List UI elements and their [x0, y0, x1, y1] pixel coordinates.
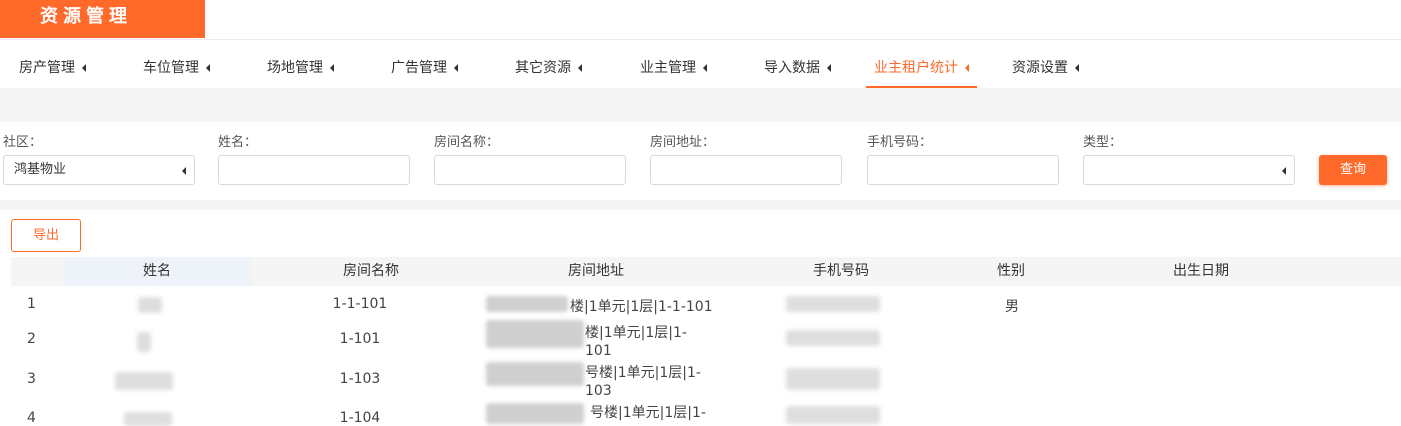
redacted-name [137, 332, 151, 352]
room-address-cell: 号楼|1单元|1层|1- [590, 404, 720, 422]
row-index: 1 [27, 296, 36, 312]
address-line: 103 [585, 383, 612, 399]
room-address-input[interactable] [650, 155, 842, 185]
nav-item-venue[interactable]: 场地管理 [267, 48, 334, 88]
redacted-address [486, 403, 584, 424]
column-header-phone[interactable]: 手机号码 [771, 257, 911, 286]
type-label: 类型： [1083, 135, 1123, 150]
redacted-phone [786, 296, 880, 312]
caret-left-icon [182, 167, 186, 175]
address-line: 楼|1单元|1层|1- [585, 325, 687, 341]
nav-item-parking[interactable]: 车位管理 [143, 48, 210, 88]
nav-item-label: 场地管理 [267, 60, 323, 76]
redacted-address [486, 296, 568, 312]
export-button[interactable]: 导出 [11, 219, 81, 252]
caret-left-icon [206, 64, 210, 72]
address-line: 号楼|1单元|1层|1- [585, 365, 701, 381]
spacer-band [0, 88, 1401, 122]
column-header-room-name[interactable]: 房间名称 [301, 257, 441, 286]
nav-item-ads[interactable]: 广告管理 [391, 48, 458, 88]
room-address-cell: 楼|1单元|1层|1- 101 [585, 324, 715, 360]
caret-left-icon [330, 64, 334, 72]
row-index: 2 [27, 331, 36, 347]
type-select[interactable] [1083, 155, 1295, 185]
column-header-gender[interactable]: 性别 [971, 257, 1051, 286]
column-header-birth-date[interactable]: 出生日期 [1141, 257, 1261, 286]
room-name-input[interactable] [434, 155, 626, 185]
room-name-cell: 1-103 [339, 371, 381, 387]
redacted-address [486, 320, 584, 348]
caret-left-icon [965, 64, 969, 72]
redacted-address [486, 362, 584, 386]
redacted-phone [786, 368, 880, 390]
redacted-phone [786, 330, 880, 346]
query-button[interactable]: 查询 [1319, 155, 1387, 185]
caret-left-icon [82, 64, 86, 72]
nav-item-label: 导入数据 [764, 60, 820, 76]
phone-input[interactable] [867, 155, 1059, 185]
row-index: 3 [27, 371, 36, 387]
column-header-room-address[interactable]: 房间地址 [516, 257, 676, 286]
app-title: 资源管理 [0, 0, 205, 38]
room-name-cell: 1-1-101 [332, 296, 388, 312]
address-line: 号楼|1单元|1层|1- [590, 405, 706, 421]
nav-item-label: 广告管理 [391, 60, 447, 76]
phone-label: 手机号码： [867, 135, 933, 150]
main-nav: 房产管理 车位管理 场地管理 广告管理 其它资源 业主管理 导入数据 业主租户统… [0, 48, 1401, 88]
community-label: 社区： [3, 135, 43, 150]
redacted-phone [786, 406, 880, 424]
caret-left-icon [578, 64, 582, 72]
nav-item-label: 其它资源 [515, 60, 571, 76]
column-header-name[interactable]: 姓名 [63, 257, 251, 286]
nav-item-owners[interactable]: 业主管理 [640, 48, 707, 88]
caret-left-icon [454, 64, 458, 72]
room-name-cell: 1-101 [339, 331, 381, 347]
caret-left-icon [827, 64, 831, 72]
nav-item-import[interactable]: 导入数据 [764, 48, 831, 88]
nav-item-label: 房产管理 [19, 60, 75, 76]
caret-left-icon [703, 64, 707, 72]
nav-item-property[interactable]: 房产管理 [19, 48, 86, 88]
spacer-band [0, 200, 1401, 210]
nav-item-label: 车位管理 [143, 60, 199, 76]
room-address-cell: 楼|1单元|1层|1-1-101 [570, 299, 713, 315]
redacted-name [138, 297, 162, 313]
caret-left-icon [1282, 167, 1286, 175]
community-value: 鸿基物业 [14, 162, 67, 177]
nav-item-label: 业主管理 [640, 60, 696, 76]
header-divider [0, 39, 1401, 40]
room-name-label: 房间名称： [434, 135, 500, 150]
room-address-cell: 号楼|1单元|1层|1- 103 [585, 364, 715, 400]
gender-cell: 男 [1005, 299, 1019, 315]
address-line: 101 [585, 343, 612, 359]
caret-left-icon [1075, 64, 1079, 72]
redacted-name [115, 372, 173, 390]
name-label: 姓名： [218, 135, 258, 150]
community-select[interactable]: 鸿基物业 [3, 155, 195, 185]
nav-item-label: 资源设置 [1012, 60, 1068, 76]
name-input[interactable] [218, 155, 410, 185]
filter-panel: 社区： 鸿基物业 姓名： 房间名称： 房间地址： 手机号码： 类型： [0, 122, 1401, 200]
table-header: 姓名 房间名称 房间地址 手机号码 性别 出生日期 [11, 257, 1401, 286]
nav-item-label: 业主租户统计 [874, 60, 958, 76]
nav-item-other-resources[interactable]: 其它资源 [515, 48, 582, 88]
room-address-label: 房间地址： [650, 135, 716, 150]
nav-item-owner-tenant-stats[interactable]: 业主租户统计 [866, 48, 977, 88]
nav-item-resource-settings[interactable]: 资源设置 [1012, 48, 1079, 88]
